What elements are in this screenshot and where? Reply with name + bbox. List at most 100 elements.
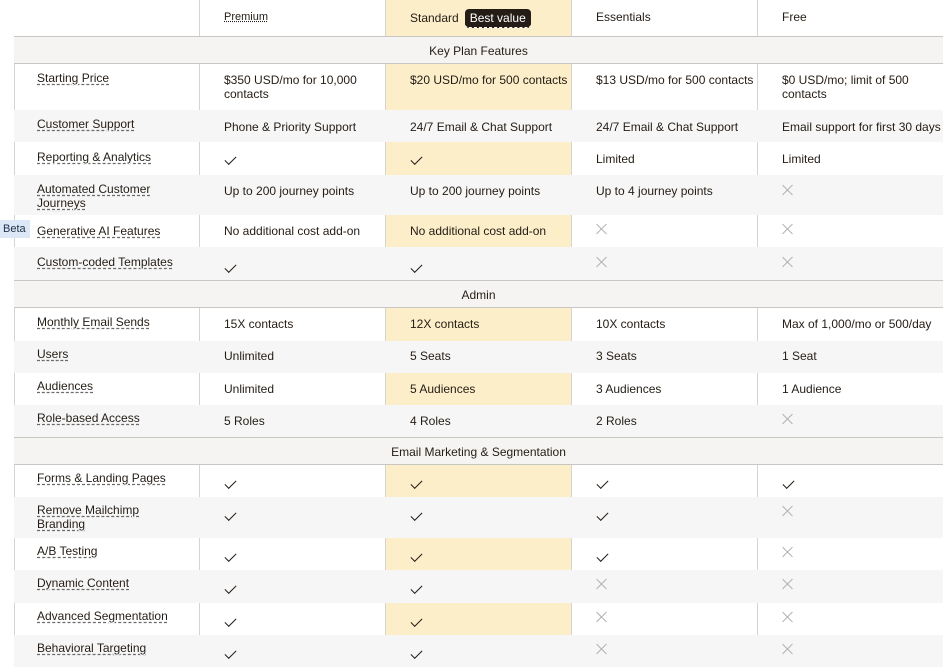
section-key-plan-features: Key Plan Features [14,36,943,64]
feature-monthly-email-sends[interactable]: Monthly Email Sends [37,315,187,329]
checkmark-icon [782,476,795,490]
essentials-value: 3 Audiences [596,382,662,396]
table-row: Generative AI Features No additional cos… [14,215,943,247]
cross-icon [782,223,794,235]
table-row: Advanced Segmentation [14,603,943,635]
essentials-cross [596,223,761,238]
table-row: Forms & Landing Pages [14,465,943,497]
feature-dynamic-content[interactable]: Dynamic Content [37,576,187,590]
feature-audiences[interactable]: Audiences [37,379,187,393]
free-value: Email support for first 30 days [782,120,941,134]
essentials-value: 2 Roles [596,414,637,428]
premium-check [224,151,384,166]
checkmark-icon [410,152,423,166]
premium-value: Unlimited [224,382,275,396]
checkmark-icon [410,581,423,595]
premium-check [224,259,384,274]
premium-value: 15X contacts [224,317,294,331]
plan-header-row: Premium Standard Best value Essentials Fr… [0,0,943,36]
essentials-value: $13 USD/mo for 500 contacts [596,73,754,87]
free-value: Limited [782,152,821,166]
table-row: Custom-coded Templates [14,247,943,280]
feature-role-based-access[interactable]: Role-based Access [37,411,187,425]
premium-value: 5 Roles [224,414,265,428]
cross-icon [782,256,794,268]
cross-icon [596,256,608,268]
standard-value: 5 Seats [410,349,451,363]
checkmark-icon [224,581,237,595]
feature-ab-testing[interactable]: A/B Testing [37,544,187,558]
checkmark-icon [410,260,423,274]
checkmark-icon [224,152,237,166]
free-cross [782,223,943,238]
standard-value: No additional cost add-on [410,224,547,238]
premium-value: Unlimited [224,349,275,363]
standard-check [410,259,575,274]
checkmark-icon [596,476,609,490]
feature-behavioral-targeting[interactable]: Behavioral Targeting [37,641,187,655]
plan-free-header: Free [782,10,807,24]
cross-icon [782,643,794,655]
free-value: Max of 1,000/mo or 500/day [782,317,932,331]
feature-custom-templates[interactable]: Custom-coded Templates [37,255,187,269]
table-row: Monthly Email Sends 15X contacts 12X con… [14,308,943,341]
cross-icon [782,611,794,623]
free-value: $0 USD/mo; limit of 500 contacts [782,73,909,101]
checkmark-icon [224,646,237,660]
standard-value: 12X contacts [410,317,480,331]
plan-premium-link[interactable]: Premium [224,11,268,23]
feature-remove-branding[interactable]: Remove Mailchimp Branding [37,503,187,531]
feature-advanced-segmentation[interactable]: Advanced Segmentation [37,609,187,623]
table-row: Users Unlimited 5 Seats 3 Seats 1 Seat [14,341,943,373]
section-title: Email Marketing & Segmentation [391,445,566,459]
table-row: Dynamic Content [14,570,943,603]
section-title: Admin [461,288,496,302]
feature-automated-journeys[interactable]: Automated Customer Journeys [37,182,187,210]
standard-value: $20 USD/mo for 500 contacts [410,73,568,87]
standard-value: 24/7 Email & Chat Support [410,120,553,134]
cross-icon [782,184,794,196]
checkmark-icon [410,476,423,490]
feature-generative-ai[interactable]: Generative AI Features [37,224,187,238]
feature-users[interactable]: Users [37,347,187,361]
cross-icon [782,505,794,517]
table-row: Reporting & Analytics Limited Limited [14,142,943,175]
table-row: A/B Testing [14,538,943,570]
feature-starting-price[interactable]: Starting Price [37,71,187,85]
free-cross [782,413,943,428]
checkmark-icon [410,549,423,563]
checkmark-icon [596,508,609,522]
cross-icon [782,578,794,590]
table-row: Customer Support Phone & Priority Suppor… [14,110,943,142]
plan-standard-header: Standard Best value [410,9,531,28]
table-row: Remove Mailchimp Branding [14,497,943,538]
feature-customer-support[interactable]: Customer Support [37,117,187,131]
checkmark-icon [410,614,423,628]
plan-standard-label: Standard [410,11,459,25]
cross-icon [782,546,794,558]
checkmark-icon [224,614,237,628]
checkmark-icon [224,508,237,522]
essentials-value: 3 Seats [596,349,637,363]
feature-reporting-analytics[interactable]: Reporting & Analytics [37,150,187,164]
checkmark-icon [224,476,237,490]
cross-icon [596,223,608,235]
cross-icon [782,413,794,425]
plan-essentials-header: Essentials [596,10,651,24]
table-row: Behavioral Targeting [14,635,943,667]
essentials-value: 24/7 Email & Chat Support [596,120,739,134]
section-email-marketing: Email Marketing & Segmentation [14,437,943,465]
checkmark-icon [596,549,609,563]
section-admin: Admin [14,280,943,308]
premium-value: No additional cost add-on [224,224,361,238]
section-title: Key Plan Features [429,44,528,58]
free-value: 1 Audience [782,382,842,396]
table-row: Role-based Access 5 Roles 4 Roles 2 Role… [14,405,943,437]
essentials-value: 10X contacts [596,317,666,331]
checkmark-icon [224,260,237,274]
feature-forms-landing-pages[interactable]: Forms & Landing Pages [37,471,187,485]
premium-value: $350 USD/mo for 10,000 contacts [224,73,357,101]
free-cross [782,184,943,199]
table-row: Audiences Unlimited 5 Audiences 3 Audien… [14,373,943,405]
premium-value: Phone & Priority Support [224,120,357,134]
